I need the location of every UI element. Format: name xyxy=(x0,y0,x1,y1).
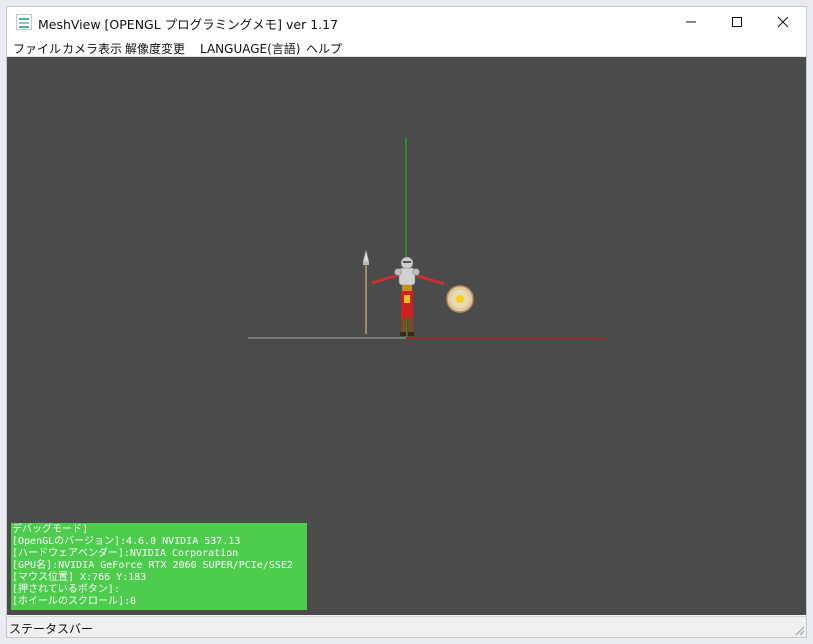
spear-model xyxy=(362,249,370,334)
debug-wheel-scroll: [ホイールのスクロール]:0 xyxy=(12,596,137,607)
menu-resolution[interactable]: 解像度変更 xyxy=(125,40,185,57)
debug-panel: デバッグモード] [OpenGLのバージョン]:4.6.0 NVIDIA 537… xyxy=(11,523,307,610)
status-bar: ステータスバー xyxy=(7,616,806,637)
resize-grip-icon[interactable] xyxy=(793,624,805,636)
app-window: MeshView [OPENGL プログラミングメモ] ver 1.17 ファイ… xyxy=(6,6,807,638)
menu-bar: ファイル カメラ表示 解像度変更 LANGUAGE(言語) ヘルプ xyxy=(7,37,806,57)
debug-gpu-name: [GPU名]:NVIDIA GeForce RTX 2060 SUPER/PCI… xyxy=(12,560,293,571)
menu-language[interactable]: LANGUAGE(言語) xyxy=(200,40,300,57)
opengl-viewport[interactable]: デバッグモード] [OpenGLのバージョン]:4.6.0 NVIDIA 537… xyxy=(7,57,806,615)
maximize-icon xyxy=(732,17,742,27)
debug-hardware-vendor: [ハードウェアベンダー]:NVIDIA Corporation xyxy=(12,548,239,559)
minimize-icon xyxy=(686,21,696,23)
menu-camera-view[interactable]: カメラ表示 xyxy=(62,40,122,57)
knight-model xyxy=(371,256,445,336)
menu-help[interactable]: ヘルプ xyxy=(306,40,342,57)
window-title: MeshView [OPENGL プログラミングメモ] ver 1.17 xyxy=(38,17,339,32)
debug-pressed-buttons: [押されているボタン]: xyxy=(12,584,120,595)
status-text: ステータスバー xyxy=(9,622,94,636)
minimize-button[interactable] xyxy=(668,7,714,37)
title-bar[interactable]: MeshView [OPENGL プログラミングメモ] ver 1.17 xyxy=(7,7,806,37)
debug-opengl-version: [OpenGLのバージョン]:4.6.0 NVIDIA 537.13 xyxy=(12,536,241,547)
debug-mode-line: デバッグモード] xyxy=(12,524,89,535)
debug-mouse-position: [マウス位置] X:766 Y:183 xyxy=(12,572,147,583)
maximize-button[interactable] xyxy=(714,7,760,37)
app-icon xyxy=(16,14,32,30)
close-button[interactable] xyxy=(760,7,806,37)
shield-model xyxy=(446,285,474,313)
close-icon xyxy=(777,16,789,28)
menu-file[interactable]: ファイル xyxy=(13,40,61,57)
